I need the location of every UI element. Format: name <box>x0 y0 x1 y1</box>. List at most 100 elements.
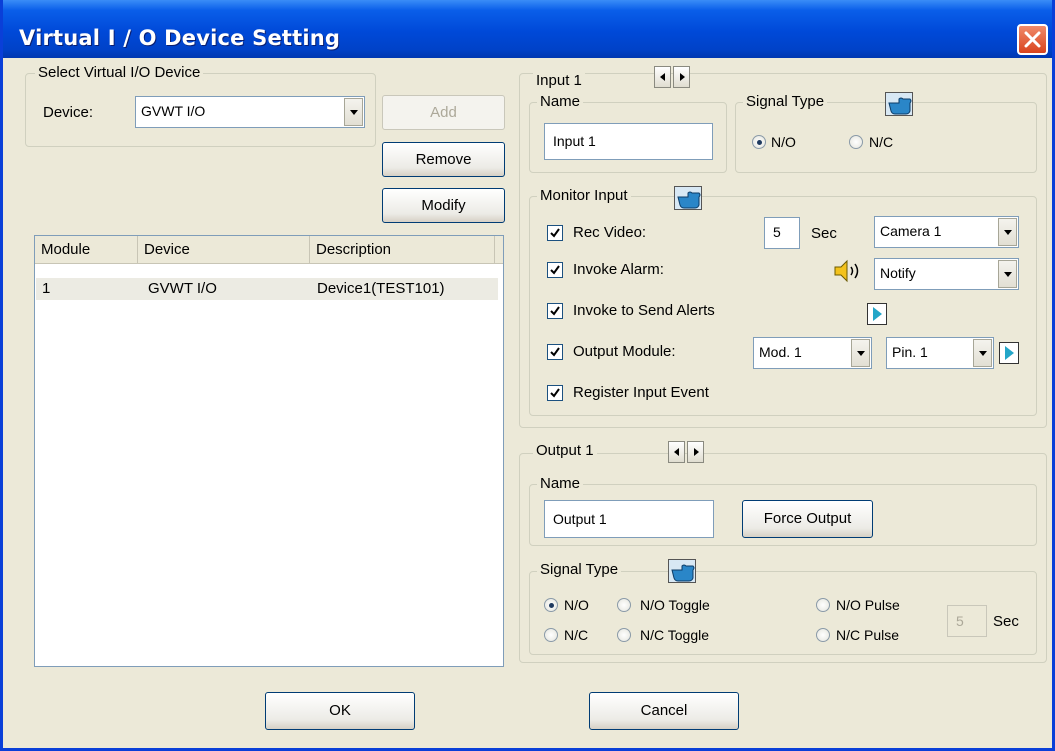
chevron-down-icon[interactable] <box>851 339 870 367</box>
chevron-down-icon[interactable] <box>973 339 992 367</box>
input-signal-pointer-button[interactable] <box>885 92 913 116</box>
cancel-button[interactable]: Cancel <box>589 692 739 730</box>
output-module-label: Output Module: <box>573 343 676 360</box>
checkmark-icon <box>550 388 560 398</box>
camera-select[interactable]: Camera 1 <box>874 216 1019 248</box>
add-button[interactable]: Add <box>382 95 505 130</box>
output-module-checkbox[interactable] <box>547 344 563 360</box>
monitor-input-pointer-button[interactable] <box>674 186 702 210</box>
input-name-field[interactable]: Input 1 <box>544 123 713 160</box>
input-signal-legend: Signal Type <box>743 93 828 111</box>
window-title: Virtual I / O Device Setting <box>19 26 341 50</box>
module-select-value: Mod. 1 <box>759 344 802 360</box>
rec-video-sec-label: Sec <box>811 225 837 242</box>
select-device-legend: Select Virtual I/O Device <box>35 64 204 82</box>
input-signal-nc-radio[interactable] <box>849 135 863 149</box>
alarm-select-value: Notify <box>880 265 916 281</box>
modify-button-label: Modify <box>421 197 466 214</box>
ok-button-label: OK <box>329 702 351 719</box>
close-icon <box>1024 31 1041 48</box>
device-select[interactable]: GVWT I/O <box>135 96 365 128</box>
row-device: GVWT I/O <box>148 280 217 297</box>
next-input-button[interactable] <box>673 66 690 88</box>
output-nc-label: N/C <box>564 627 589 643</box>
checkmark-icon <box>550 265 560 275</box>
rec-video-label: Rec Video: <box>573 224 647 241</box>
pulse-sec-label: Sec <box>993 613 1019 630</box>
pin-select-value: Pin. 1 <box>892 344 928 360</box>
pulse-seconds-field[interactable]: 5 <box>947 605 987 637</box>
output-legend: Output 1 <box>533 442 597 460</box>
device-list[interactable]: Module Device Description 1 GVWT I/O Dev… <box>34 235 504 667</box>
output-no-radio[interactable] <box>544 598 558 612</box>
send-alerts-label: Invoke to Send Alerts <box>573 302 715 319</box>
list-header: Module Device Description <box>35 236 503 264</box>
checkmark-icon <box>550 347 560 357</box>
checkmark-icon <box>550 228 560 238</box>
output-no-label: N/O <box>564 597 589 613</box>
send-alerts-checkbox[interactable] <box>547 303 563 319</box>
invoke-alarm-label: Invoke Alarm: <box>573 261 664 278</box>
title-bar[interactable]: Virtual I / O Device Setting <box>3 0 1052 58</box>
speaker-icon[interactable] <box>833 259 867 283</box>
next-output-button[interactable] <box>687 441 704 463</box>
output-nc-toggle-radio[interactable] <box>617 628 631 642</box>
output-no-toggle-radio[interactable] <box>617 598 631 612</box>
pointing-hand-icon <box>677 191 701 209</box>
output-nc-pulse-radio[interactable] <box>816 628 830 642</box>
rec-video-checkbox[interactable] <box>547 225 563 241</box>
pointing-hand-icon <box>671 564 695 582</box>
ok-button[interactable]: OK <box>265 692 415 730</box>
chevron-down-icon[interactable] <box>998 260 1017 288</box>
output-signal-pointer-button[interactable] <box>668 559 696 583</box>
row-module: 1 <box>42 280 51 297</box>
module-select[interactable]: Mod. 1 <box>753 337 872 369</box>
chevron-down-icon[interactable] <box>344 98 363 126</box>
invoke-alarm-checkbox[interactable] <box>547 262 563 278</box>
chevron-down-icon[interactable] <box>998 218 1017 246</box>
remove-button[interactable]: Remove <box>382 142 505 177</box>
input-name-legend: Name <box>537 93 584 111</box>
output-no-pulse-radio[interactable] <box>816 598 830 612</box>
output-name-field[interactable]: Output 1 <box>544 500 714 538</box>
cancel-button-label: Cancel <box>640 702 688 719</box>
input-signal-no-label: N/O <box>771 134 796 150</box>
row-description: Device1(TEST101) <box>317 280 445 297</box>
output-name-legend: Name <box>537 475 584 493</box>
register-event-label: Register Input Event <box>573 384 709 401</box>
table-row[interactable]: 1 GVWT I/O Device1(TEST101) <box>36 278 498 300</box>
device-select-value: GVWT I/O <box>141 103 206 119</box>
checkmark-icon <box>550 306 560 316</box>
rec-video-seconds-field[interactable]: 5 <box>764 217 800 249</box>
dialog-window: Virtual I / O Device Setting Select Virt… <box>0 0 1055 751</box>
input-signal-nc-label: N/C <box>869 134 894 150</box>
output-nc-radio[interactable] <box>544 628 558 642</box>
output-nc-pulse-label: N/C Pulse <box>836 627 900 643</box>
force-output-button[interactable]: Force Output <box>742 500 873 538</box>
column-device[interactable]: Device <box>138 236 310 263</box>
device-label: Device: <box>43 104 94 121</box>
output-no-toggle-label: N/O Toggle <box>640 597 710 613</box>
column-module[interactable]: Module <box>35 236 138 263</box>
prev-input-button[interactable] <box>654 66 671 88</box>
pin-select[interactable]: Pin. 1 <box>886 337 994 369</box>
alarm-select[interactable]: Notify <box>874 258 1019 290</box>
monitor-input-legend: Monitor Input <box>537 187 631 205</box>
pointing-hand-icon <box>888 97 912 115</box>
force-output-button-label: Force Output <box>763 510 852 527</box>
camera-select-value: Camera 1 <box>880 223 942 239</box>
input-legend: Input 1 <box>533 72 585 90</box>
input-signal-no-radio[interactable] <box>752 135 766 149</box>
add-button-label: Add <box>430 104 457 121</box>
modify-button[interactable]: Modify <box>382 188 505 223</box>
column-description[interactable]: Description <box>310 236 495 263</box>
register-event-checkbox[interactable] <box>547 385 563 401</box>
output-nc-toggle-label: N/C Toggle <box>640 627 710 643</box>
close-button[interactable] <box>1017 24 1048 55</box>
send-alerts-settings-button[interactable] <box>867 303 887 325</box>
output-signal-legend: Signal Type <box>537 561 622 579</box>
remove-button-label: Remove <box>415 151 472 168</box>
output-module-settings-button[interactable] <box>999 342 1019 364</box>
output-no-pulse-label: N/O Pulse <box>836 597 900 613</box>
prev-output-button[interactable] <box>668 441 685 463</box>
